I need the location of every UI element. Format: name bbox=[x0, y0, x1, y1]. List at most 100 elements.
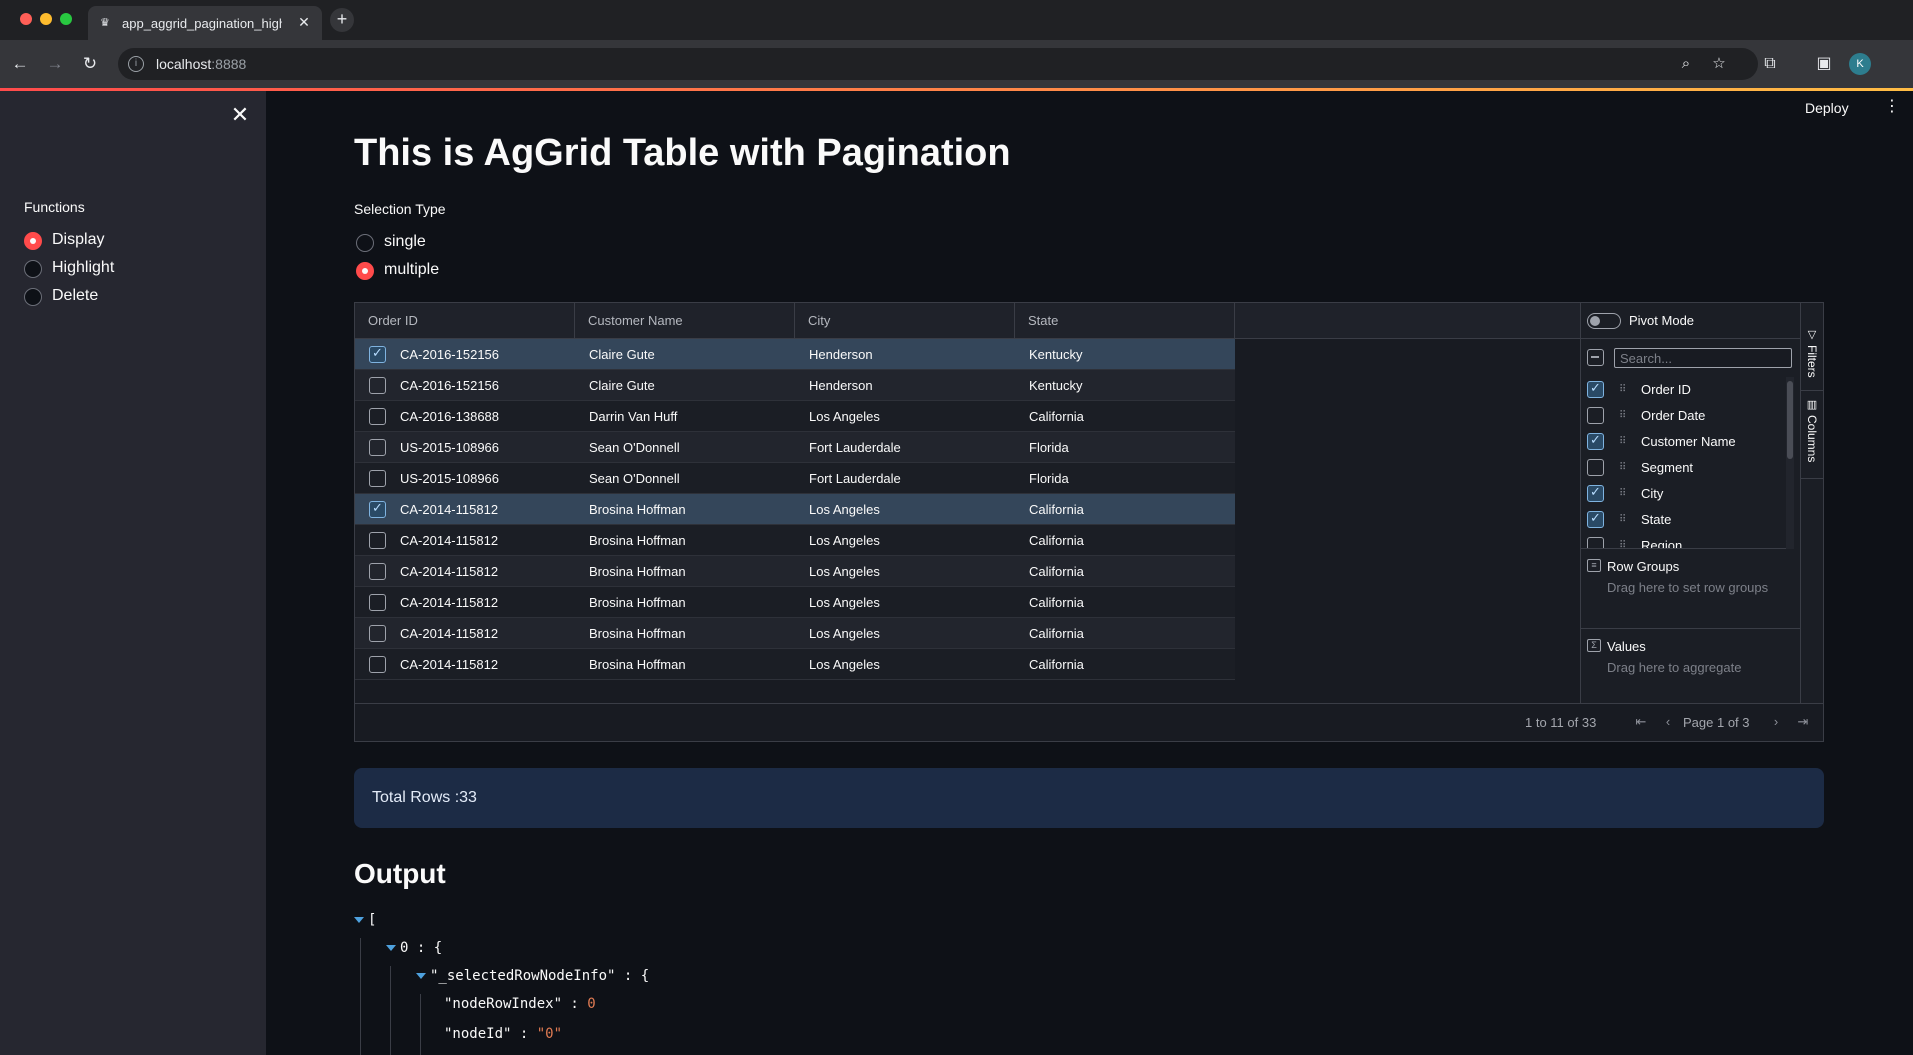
row-select-checkbox[interactable] bbox=[369, 500, 386, 518]
row-select-checkbox[interactable] bbox=[369, 594, 386, 611]
cell-city: Los Angeles bbox=[809, 502, 880, 517]
column-visible-checkbox[interactable] bbox=[1587, 380, 1604, 398]
row-select-checkbox[interactable] bbox=[369, 408, 386, 425]
row-select-checkbox[interactable] bbox=[369, 470, 386, 487]
column-list-item[interactable]: ⠿ Order Date bbox=[1581, 403, 1786, 429]
drag-handle-icon[interactable]: ⠿ bbox=[1619, 409, 1633, 423]
table-row[interactable]: CA-2014-115812 Brosina Hoffman Los Angeles… bbox=[355, 494, 1235, 525]
cell-customer-name: Brosina Hoffman bbox=[589, 626, 686, 641]
tab-filters[interactable]: ▽ Filters bbox=[1801, 321, 1824, 391]
column-name: Region bbox=[1641, 538, 1683, 549]
column-header-order-id[interactable]: Order ID bbox=[355, 303, 575, 339]
column-visible-checkbox[interactable] bbox=[1587, 484, 1604, 502]
table-row[interactable]: US-2015-108966 Sean O'Donnell Fort Lauderd… bbox=[355, 432, 1235, 463]
column-header-city[interactable]: City bbox=[795, 303, 1015, 339]
first-page-icon[interactable]: ⇤ bbox=[1633, 714, 1649, 730]
next-page-icon[interactable]: › bbox=[1768, 714, 1784, 730]
forward-icon[interactable]: → bbox=[43, 52, 67, 76]
column-visible-checkbox[interactable] bbox=[1587, 510, 1604, 528]
drag-handle-icon[interactable]: ⠿ bbox=[1619, 539, 1633, 548]
drag-handle-icon[interactable]: ⠿ bbox=[1619, 435, 1633, 449]
radio-label: multiple bbox=[384, 261, 440, 278]
collapse-caret-icon[interactable] bbox=[354, 917, 364, 923]
site-info-icon[interactable]: i bbox=[128, 56, 144, 72]
back-icon[interactable]: ← bbox=[8, 52, 32, 76]
column-list-item[interactable]: ⠿ Customer Name bbox=[1581, 429, 1786, 455]
collapse-caret-icon[interactable] bbox=[416, 973, 426, 979]
table-row[interactable]: CA-2016-152156 Claire Gute Henderson Kentuc… bbox=[355, 370, 1235, 401]
json-line[interactable]: [ bbox=[354, 912, 376, 928]
close-tab-icon[interactable]: ✕ bbox=[296, 14, 312, 30]
row-select-checkbox[interactable] bbox=[369, 532, 386, 549]
drag-handle-icon[interactable]: ⠿ bbox=[1619, 461, 1633, 475]
table-row[interactable]: CA-2016-152156 Claire Gute Henderson Kentuc… bbox=[355, 339, 1235, 370]
pivot-mode-toggle[interactable] bbox=[1587, 313, 1621, 329]
bookmark-star-icon[interactable]: ☆ bbox=[1709, 54, 1729, 74]
extensions-icon[interactable]: ⧉ bbox=[1758, 52, 1782, 76]
radio-indicator[interactable] bbox=[356, 234, 374, 252]
json-text: 0 : { bbox=[400, 940, 443, 956]
page-title: This is AgGrid Table with Pagination bbox=[354, 132, 1011, 174]
new-tab-button[interactable]: + bbox=[330, 8, 354, 32]
drag-handle-icon[interactable]: ⠿ bbox=[1619, 383, 1633, 397]
column-list-item[interactable]: ⠿ Region bbox=[1581, 533, 1786, 549]
address-bar[interactable]: i localhost:8888 ⌕ ☆ bbox=[118, 48, 1758, 80]
column-search-input[interactable] bbox=[1614, 348, 1792, 368]
zoom-icon[interactable]: ⌕ bbox=[1676, 54, 1696, 74]
values-drop-zone[interactable]: Σ Values Drag here to aggregate bbox=[1581, 629, 1801, 703]
table-row[interactable]: US-2015-108966 Sean O'Donnell Fort Lauderd… bbox=[355, 463, 1235, 494]
side-panel-icon[interactable]: ▣ bbox=[1812, 52, 1836, 76]
row-select-checkbox[interactable] bbox=[369, 563, 386, 580]
row-select-checkbox[interactable] bbox=[369, 625, 386, 642]
table-row[interactable]: CA-2014-115812 Brosina Hoffman Los Angeles… bbox=[355, 587, 1235, 618]
cell-order-id: CA-2014-115812 bbox=[400, 657, 499, 672]
json-line[interactable]: "_selectedRowNodeInfo" : { bbox=[416, 968, 649, 984]
last-page-icon[interactable]: ⇥ bbox=[1795, 714, 1811, 730]
table-row[interactable]: CA-2014-115812 Brosina Hoffman Los Angeles… bbox=[355, 525, 1235, 556]
maximize-window-button[interactable] bbox=[60, 13, 72, 25]
crown-icon: ♛ bbox=[100, 17, 110, 29]
deploy-button[interactable]: Deploy bbox=[1805, 100, 1849, 116]
column-list-item[interactable]: ⠿ State bbox=[1581, 507, 1786, 533]
json-line[interactable]: 0 : { bbox=[386, 940, 442, 956]
column-list-scrollbar[interactable] bbox=[1786, 377, 1794, 549]
main-menu-icon[interactable]: ⋮ bbox=[1884, 99, 1900, 120]
column-list-item[interactable]: ⠿ Order ID bbox=[1581, 377, 1786, 403]
profile-avatar[interactable]: K bbox=[1849, 53, 1871, 75]
radio-indicator[interactable] bbox=[356, 262, 374, 280]
column-header-customer-name[interactable]: Customer Name bbox=[575, 303, 795, 339]
tab-columns[interactable]: ▥ Columns bbox=[1801, 391, 1824, 479]
row-select-checkbox[interactable] bbox=[369, 377, 386, 394]
table-row[interactable]: CA-2014-115812 Brosina Hoffman Los Angeles… bbox=[355, 649, 1235, 680]
collapse-caret-icon[interactable] bbox=[386, 945, 396, 951]
close-window-button[interactable] bbox=[20, 13, 32, 25]
column-visible-checkbox[interactable] bbox=[1587, 407, 1604, 424]
radio-indicator[interactable] bbox=[24, 232, 42, 250]
cell-order-id: CA-2014-115812 bbox=[400, 595, 499, 610]
drag-handle-icon[interactable]: ⠿ bbox=[1619, 487, 1633, 501]
column-header-state[interactable]: State bbox=[1015, 303, 1235, 339]
row-select-checkbox[interactable] bbox=[369, 439, 386, 456]
row-groups-drop-zone[interactable]: ≡ Row Groups Drag here to set row groups bbox=[1581, 549, 1801, 629]
reload-icon[interactable]: ↻ bbox=[78, 52, 102, 76]
column-visible-checkbox[interactable] bbox=[1587, 459, 1604, 476]
radio-indicator[interactable] bbox=[24, 260, 42, 278]
select-all-columns-checkbox[interactable] bbox=[1587, 349, 1604, 366]
column-list-item[interactable]: ⠿ Segment bbox=[1581, 455, 1786, 481]
radio-indicator[interactable] bbox=[24, 288, 42, 306]
column-list-item[interactable]: ⠿ City bbox=[1581, 481, 1786, 507]
minimize-window-button[interactable] bbox=[40, 13, 52, 25]
drag-handle-icon[interactable]: ⠿ bbox=[1619, 513, 1633, 527]
row-select-checkbox[interactable] bbox=[369, 656, 386, 673]
row-select-checkbox[interactable] bbox=[369, 345, 386, 363]
table-row[interactable]: CA-2014-115812 Brosina Hoffman Los Angeles… bbox=[355, 556, 1235, 587]
browser-tab[interactable]: ♛ app_aggrid_pagination_highlight ✕ bbox=[88, 6, 322, 40]
close-sidebar-icon[interactable]: ✕ bbox=[228, 103, 252, 127]
column-visible-checkbox[interactable] bbox=[1587, 432, 1604, 450]
sidebar: ✕ Functions Display Highlight Delete bbox=[0, 91, 266, 1055]
table-row[interactable]: CA-2016-138688 Darrin Van Huff Los Angeles… bbox=[355, 401, 1235, 432]
column-visible-checkbox[interactable] bbox=[1587, 537, 1604, 548]
scroll-thumb[interactable] bbox=[1787, 381, 1793, 459]
table-row[interactable]: CA-2014-115812 Brosina Hoffman Los Angeles… bbox=[355, 618, 1235, 649]
previous-page-icon[interactable]: ‹ bbox=[1660, 714, 1676, 730]
